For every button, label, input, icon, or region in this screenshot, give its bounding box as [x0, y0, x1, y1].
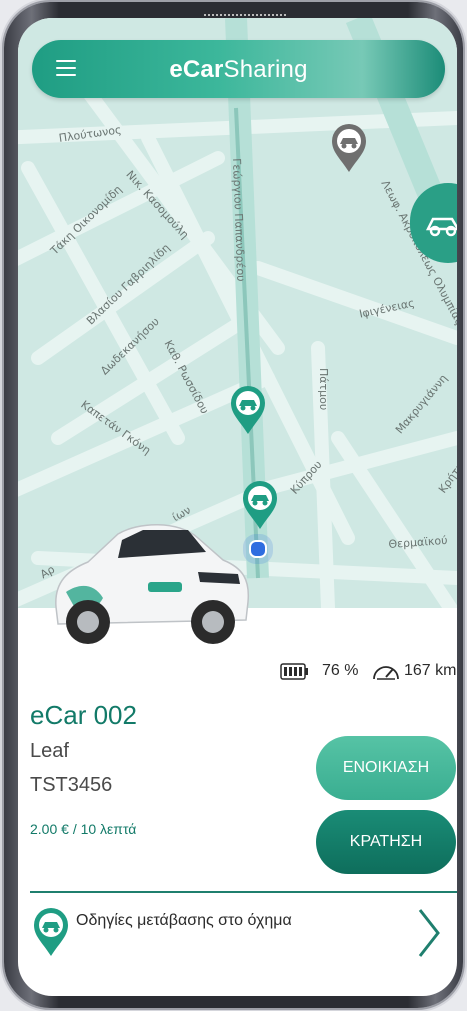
- directions-row[interactable]: Οδηγίες μετάβασης στο όχημα: [18, 894, 457, 994]
- vehicle-plate: TST3456: [30, 774, 113, 796]
- directions-label: Οδηγίες μετάβασης στο όχημα: [76, 912, 292, 929]
- book-button[interactable]: ΚΡΑΤΗΣΗ: [316, 810, 456, 874]
- car-icon: [425, 217, 457, 237]
- vehicle-model: Leaf: [30, 740, 69, 762]
- divider: [30, 891, 457, 893]
- phone-notch: [204, 4, 286, 16]
- brand-suffix: Sharing: [223, 56, 308, 83]
- app-logo: eCarSharing: [32, 56, 445, 84]
- app-header: eCarSharing: [32, 40, 445, 98]
- battery-icon: [280, 663, 308, 680]
- brand-prefix: eCar: [169, 56, 224, 83]
- car-image: [48, 512, 253, 652]
- street-label: Πάτμου: [317, 368, 330, 411]
- vehicle-name: eCar 002: [30, 700, 137, 730]
- car-pin-icon[interactable]: [330, 122, 368, 172]
- app-screen: Πλούτωνος Τάκη Οικονομίδη Νικ. Κασομούλη…: [18, 18, 457, 996]
- chevron-right-icon[interactable]: [414, 906, 444, 960]
- speedometer-icon: [373, 666, 399, 680]
- phone-frame: Πλούτωνος Τάκη Οικονομίδη Νικ. Κασομούλη…: [4, 2, 463, 1008]
- battery-percent: 76 %: [322, 662, 359, 679]
- car-pin-icon[interactable]: [229, 384, 267, 434]
- vehicle-stats: 76 % 167 km: [18, 658, 457, 688]
- rent-button[interactable]: ΕΝΟΙΚΙΑΣΗ: [316, 736, 456, 800]
- range-value: 167 km: [404, 662, 457, 679]
- car-pin-icon: [34, 908, 68, 956]
- vehicle-price: 2.00 € / 10 λεπτά: [30, 821, 137, 837]
